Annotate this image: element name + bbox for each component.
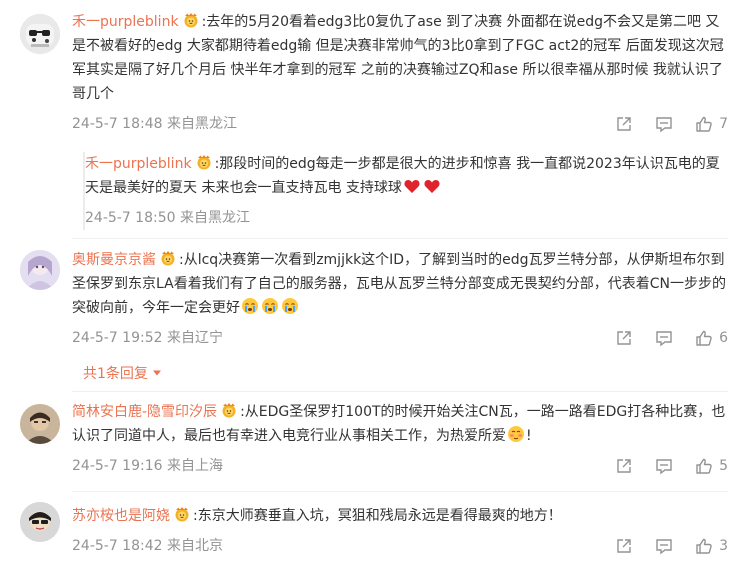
- comment-actions: 3: [593, 534, 728, 558]
- comment-actions: 7: [593, 112, 728, 136]
- more-replies-label: 共1条回复: [83, 366, 148, 382]
- reply-text: 禾一purpleblink:那段时间的edg每走一步都是很大的进步和惊喜 我一直…: [85, 152, 728, 200]
- comment-username[interactable]: 苏亦桉也是阿娆: [72, 508, 170, 524]
- comment-meta: 24-5-7 18:48 来自黑龙江 7: [72, 112, 728, 136]
- avatar[interactable]: [20, 404, 60, 444]
- red-heart-emoji: [423, 177, 441, 195]
- thumbs-up-icon: [695, 329, 713, 347]
- comment-time: 24-5-7 19:16 来自上海: [72, 458, 223, 474]
- crying-emoji: [241, 297, 259, 315]
- shy-emoji: [507, 425, 525, 443]
- like-button[interactable]: 6: [695, 326, 728, 350]
- comment-button[interactable]: [655, 457, 673, 475]
- share-button[interactable]: [615, 537, 633, 555]
- comment-text: 禾一purpleblink:去年的5月20看着edg3比0复仇了ase 到了决赛…: [72, 10, 728, 106]
- comment-username[interactable]: 奥斯曼京京酱: [72, 252, 156, 268]
- share-icon: [615, 115, 633, 133]
- divider: [72, 391, 728, 392]
- caret-down-icon: [152, 365, 162, 381]
- comment-text: 奥斯曼京京酱:从lcq决赛第一次看到zmjjkk这个ID，了解到当时的edg瓦罗…: [72, 248, 728, 320]
- share-button[interactable]: [615, 457, 633, 475]
- lion-fan-badge-icon: [159, 250, 177, 266]
- lion-fan-badge-icon: [220, 402, 238, 418]
- comment-actions: 5: [593, 454, 728, 478]
- avatar[interactable]: [20, 502, 60, 542]
- comment-button[interactable]: [655, 115, 673, 133]
- comment-time: 24-5-7 19:52 来自辽宁: [72, 330, 223, 346]
- avatar[interactable]: [20, 250, 60, 290]
- comment-button[interactable]: [655, 329, 673, 347]
- lion-fan-badge-icon: [182, 12, 200, 28]
- lion-fan-badge-icon: [173, 506, 191, 522]
- comment-meta: 24-5-7 19:52 来自辽宁 6: [72, 326, 728, 350]
- share-icon: [615, 457, 633, 475]
- red-heart-emoji: [403, 177, 421, 195]
- comment-text: 苏亦桉也是阿娆 :东京大师赛垂直入坑，冥狙和残局永远是看得最爽的地方！: [72, 504, 728, 528]
- comment-time: 24-5-7 18:42 来自北京: [72, 538, 223, 554]
- like-count: 5: [719, 458, 728, 474]
- crying-emoji: [261, 297, 279, 315]
- comment-meta: 24-5-7 18:42 来自北京 3: [72, 534, 728, 558]
- comment-username[interactable]: 简林安白鹿-隐雪印汐辰: [72, 404, 217, 420]
- reply-username[interactable]: 禾一purpleblink: [85, 156, 192, 172]
- comment-button[interactable]: [655, 537, 673, 555]
- like-count: 6: [719, 330, 728, 346]
- share-button[interactable]: [615, 329, 633, 347]
- comment-actions: 6: [593, 326, 728, 350]
- like-button[interactable]: 5: [695, 454, 728, 478]
- like-button[interactable]: 3: [695, 534, 728, 558]
- like-count: 3: [719, 538, 728, 554]
- thumbs-up-icon: [695, 457, 713, 475]
- lion-fan-badge-icon: [195, 154, 213, 170]
- share-icon: [615, 329, 633, 347]
- share-icon: [615, 537, 633, 555]
- comment-icon: [655, 329, 673, 347]
- thumbs-up-icon: [695, 537, 713, 555]
- comment-body-end: !: [526, 428, 532, 444]
- comment-icon: [655, 537, 673, 555]
- reply-meta: 24-5-7 18:50 来自黑龙江: [85, 206, 728, 230]
- comment-meta: 24-5-7 19:16 来自上海 5: [72, 454, 728, 478]
- crying-emoji: [281, 297, 299, 315]
- like-count: 7: [719, 116, 728, 132]
- more-replies-link[interactable]: 共1条回复: [83, 363, 162, 383]
- reply-thread: 禾一purpleblink:那段时间的edg每走一步都是很大的进步和惊喜 我一直…: [83, 152, 728, 230]
- comment-body: :东京大师赛垂直入坑，冥狙和残局永远是看得最爽的地方！: [193, 508, 562, 524]
- comment-username[interactable]: 禾一purpleblink: [72, 14, 179, 30]
- comment-time: 24-5-7 18:48 来自黑龙江: [72, 116, 237, 132]
- avatar[interactable]: [20, 14, 60, 54]
- comment-icon: [655, 457, 673, 475]
- like-button[interactable]: 7: [695, 112, 728, 136]
- share-button[interactable]: [615, 115, 633, 133]
- reply-time: 24-5-7 18:50 来自黑龙江: [85, 210, 250, 226]
- thumbs-up-icon: [695, 115, 713, 133]
- comment-icon: [655, 115, 673, 133]
- divider: [72, 491, 728, 492]
- divider: [72, 238, 728, 239]
- comment-text: 简林安白鹿-隐雪印汐辰:从EDG圣保罗打100T的时候开始关注CN瓦，一路一路看…: [72, 400, 728, 448]
